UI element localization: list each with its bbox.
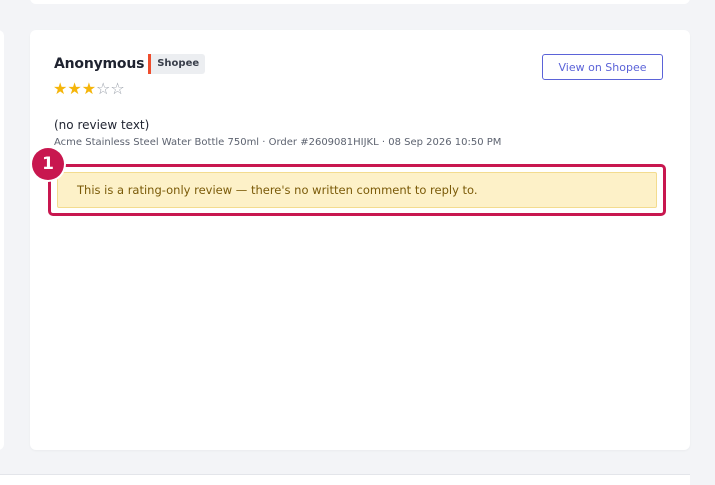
star-outline-icon: ☆ [96, 79, 111, 98]
highlight-box: This is a rating-only review — there's n… [48, 164, 666, 216]
star-icon: ★ [81, 79, 97, 98]
star-icon: ★ [67, 79, 82, 98]
star-icon: ★ [53, 79, 68, 98]
view-on-shopee-button[interactable]: View on Shopee [542, 54, 663, 80]
star-outline-icon: ☆ [110, 79, 125, 98]
review-card: Anonymous Shopee ★ ★ ★ ☆ ☆ View on Shope… [30, 30, 690, 450]
rating-only-notice: This is a rating-only review — there's n… [57, 172, 657, 208]
side-panel [0, 30, 4, 450]
review-text: (no review text) [54, 118, 150, 132]
reviewer-header: Anonymous Shopee [54, 53, 206, 75]
previous-review-card [30, 0, 690, 4]
star-rating: ★ ★ ★ ☆ ☆ [53, 79, 125, 99]
reviewer-name: Anonymous [54, 56, 145, 72]
review-meta: Acme Stainless Steel Water Bottle 750ml … [54, 137, 502, 148]
step-marker: 1 [32, 148, 64, 180]
platform-badge: Shopee [148, 54, 206, 74]
